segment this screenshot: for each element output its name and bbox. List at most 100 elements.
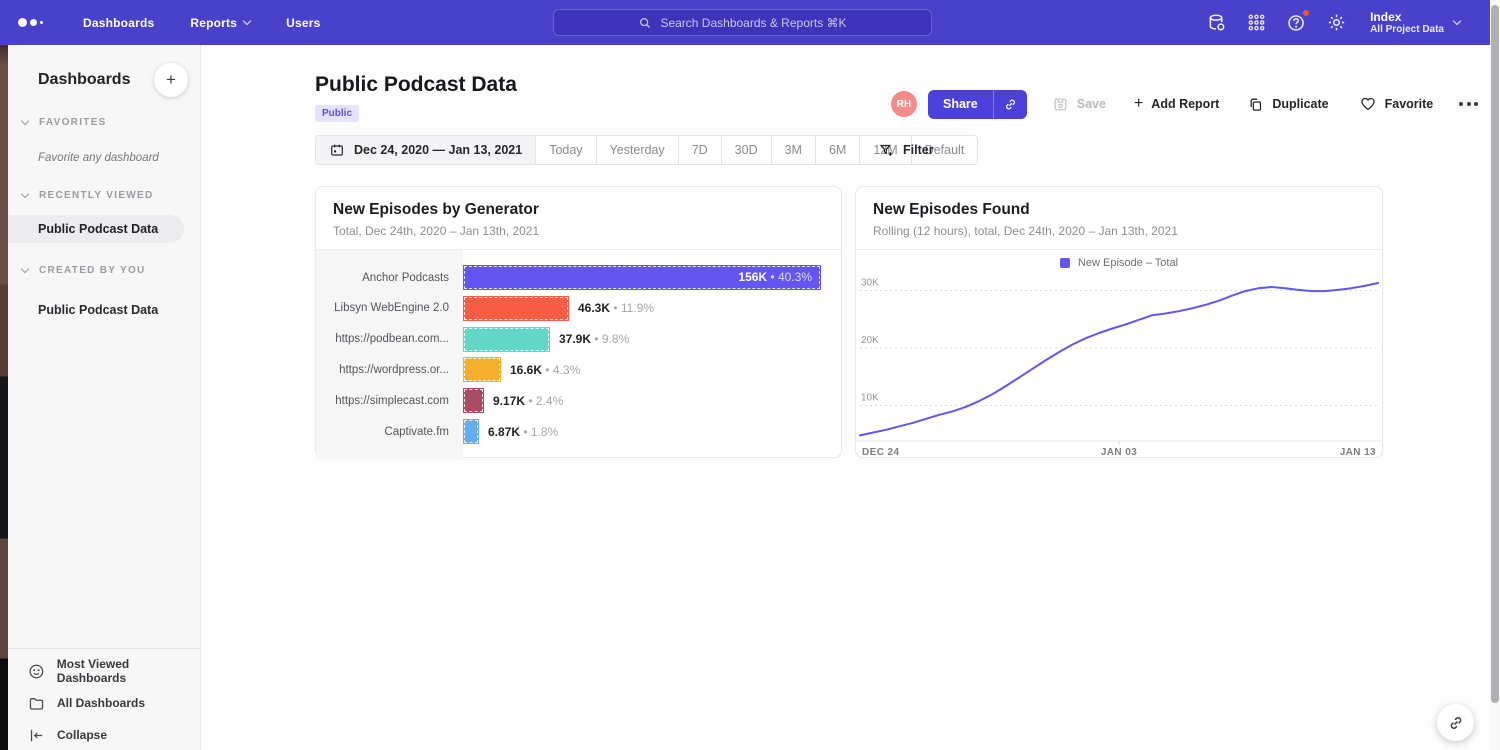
most-viewed-dashboards-link[interactable]: Most Viewed Dashboards	[8, 655, 200, 687]
duplicate-button[interactable]: Duplicate	[1247, 96, 1328, 113]
bar-category-label: Anchor Podcasts	[316, 272, 463, 284]
global-search-input[interactable]: Search Dashboards & Reports ⌘K	[553, 9, 932, 36]
svg-text:DEC 24: DEC 24	[862, 447, 899, 458]
heart-icon	[1359, 95, 1377, 113]
data-sources-icon[interactable]	[1206, 12, 1227, 33]
nav-reports[interactable]: Reports	[190, 16, 250, 30]
background-window-sliver	[0, 45, 8, 750]
all-dashboards-label: All Dashboards	[57, 696, 145, 710]
filter-button[interactable]: Filter	[878, 135, 934, 165]
bar-segment[interactable]	[463, 419, 479, 444]
bar-row: Anchor Podcasts 156K • 40.3%	[316, 265, 841, 290]
top-nav-bar: Dashboards Reports Users Search Dashboar…	[0, 0, 1490, 45]
sidebar-item-public-podcast-data-2[interactable]: Public Podcast Data	[8, 296, 200, 324]
public-badge[interactable]: Public	[315, 105, 359, 122]
date-range-value: Dec 24, 2020 — Jan 13, 2021	[354, 143, 522, 157]
range-option-7d[interactable]: 7D	[678, 136, 721, 164]
bar-value-label: 156K • 40.3%	[738, 265, 812, 290]
help-icon[interactable]	[1286, 12, 1307, 33]
share-button[interactable]: Share	[928, 90, 1027, 119]
bar-segment[interactable]	[463, 296, 569, 321]
save-label: Save	[1077, 97, 1106, 111]
smiley-icon	[28, 663, 45, 680]
add-report-label: Add Report	[1151, 97, 1219, 111]
page-scrollbar[interactable]	[1490, 0, 1500, 750]
add-report-button[interactable]: + Add Report	[1134, 95, 1219, 113]
primary-nav: Dashboards Reports Users	[83, 16, 320, 30]
bar-segment[interactable]	[463, 388, 484, 413]
duplicate-icon	[1247, 96, 1264, 113]
dashboard-actions: RH Share Save	[891, 89, 1478, 119]
collapse-sidebar-button[interactable]: Collapse	[8, 719, 200, 750]
bar-row: Libsyn WebEngine 2.046.3K • 11.9%	[316, 296, 841, 321]
save-button[interactable]: Save	[1052, 96, 1106, 113]
range-option-yesterday[interactable]: Yesterday	[596, 136, 678, 164]
project-subtitle: All Project Data	[1370, 24, 1444, 35]
bar-row: https://wordpress.or... 16.6K • 4.3%	[316, 357, 841, 382]
bar-row: https://podbean.com... 37.9K • 9.8%	[316, 327, 841, 352]
line-chart-svg[interactable]: 10K20K30KDEC 24JAN 03JAN 13	[856, 250, 1382, 459]
sidebar-item-public-podcast-data[interactable]: Public Podcast Data	[8, 215, 184, 243]
section-favorites[interactable]: FAVORITES	[8, 117, 200, 128]
duplicate-label: Duplicate	[1272, 97, 1328, 111]
more-options-button[interactable]	[1459, 102, 1478, 106]
range-option-3m[interactable]: 3M	[771, 136, 815, 164]
search-placeholder: Search Dashboards & Reports ⌘K	[660, 16, 846, 30]
bar-segment[interactable]	[463, 327, 550, 352]
link-icon	[1447, 714, 1465, 732]
sidebar: Dashboards + FAVORITES Favorite any dash…	[8, 45, 201, 750]
section-created-by-you-label: CREATED BY YOU	[39, 265, 146, 276]
folder-icon	[28, 695, 45, 712]
plus-icon: +	[1134, 95, 1143, 113]
bar-category-label: Captivate.fm	[316, 426, 463, 438]
bar-category-label: https://wordpress.or...	[316, 364, 463, 376]
amplitude-logo[interactable]	[18, 18, 43, 27]
bar-value-label: 46.3K • 11.9%	[578, 301, 654, 315]
card-new-episodes-found: New Episodes Found Rolling (12 hours), t…	[855, 186, 1383, 458]
scrollbar-thumb[interactable]	[1491, 5, 1499, 703]
avatar[interactable]: RH	[891, 91, 917, 117]
section-created-by-you[interactable]: CREATED BY YOU	[8, 265, 200, 276]
bar-value-label: 37.9K • 9.8%	[559, 332, 629, 346]
most-viewed-dashboards-label: Most Viewed Dashboards	[57, 657, 200, 685]
svg-text:JAN 13: JAN 13	[1340, 447, 1376, 458]
apps-grid-icon[interactable]	[1246, 12, 1267, 33]
settings-gear-icon[interactable]	[1326, 12, 1347, 33]
favorite-button[interactable]: Favorite	[1359, 95, 1434, 113]
chevron-down-icon	[21, 265, 29, 273]
collapse-label: Collapse	[57, 728, 107, 742]
range-option-today[interactable]: Today	[535, 136, 595, 164]
bar-category-label: https://podbean.com...	[316, 333, 463, 345]
card-title: New Episodes by Generator	[333, 201, 824, 219]
sidebar-footer: Most Viewed Dashboards All Dashboards Co…	[8, 648, 200, 750]
sidebar-title: Dashboards	[38, 71, 130, 89]
date-range-picker[interactable]: Dec 24, 2020 — Jan 13, 2021	[316, 136, 535, 164]
nav-users[interactable]: Users	[286, 16, 320, 30]
bar-segment[interactable]	[463, 357, 501, 382]
favorite-label: Favorite	[1385, 97, 1434, 111]
range-option-30d[interactable]: 30D	[721, 136, 771, 164]
card-subtitle: Rolling (12 hours), total, Dec 24th, 202…	[873, 224, 1365, 238]
svg-text:10K: 10K	[861, 393, 879, 404]
save-icon	[1052, 96, 1069, 113]
svg-text:30K: 30K	[861, 278, 879, 289]
section-recently-viewed[interactable]: RECENTLY VIEWED	[8, 190, 200, 201]
bar-category-label: https://simplecast.com	[316, 395, 463, 407]
filter-funnel-icon	[878, 142, 895, 159]
all-dashboards-link[interactable]: All Dashboards	[8, 687, 200, 719]
bar-value-label: 9.17K • 2.4%	[493, 394, 563, 408]
line-chart-body: New Episode – Total 10K20K30KDEC 24JAN 0…	[856, 250, 1382, 459]
share-link-button[interactable]	[993, 90, 1027, 119]
bar-segment[interactable]: 156K • 40.3%	[463, 265, 821, 290]
bar-value-label: 16.6K • 4.3%	[510, 363, 580, 377]
nav-dashboards[interactable]: Dashboards	[83, 16, 154, 30]
bar-row: https://simplecast.com 9.17K • 2.4%	[316, 388, 841, 413]
new-dashboard-button[interactable]: +	[154, 63, 188, 97]
range-option-6m[interactable]: 6M	[815, 136, 859, 164]
project-selector[interactable]: Index All Project Data	[1370, 10, 1460, 35]
floating-share-link-button[interactable]	[1437, 704, 1474, 741]
topbar-right-cluster: Index All Project Data	[1206, 0, 1460, 45]
svg-text:20K: 20K	[861, 335, 879, 346]
bar-row: Captivate.fm6.87K • 1.8%	[316, 419, 841, 444]
section-recently-viewed-label: RECENTLY VIEWED	[39, 190, 154, 201]
